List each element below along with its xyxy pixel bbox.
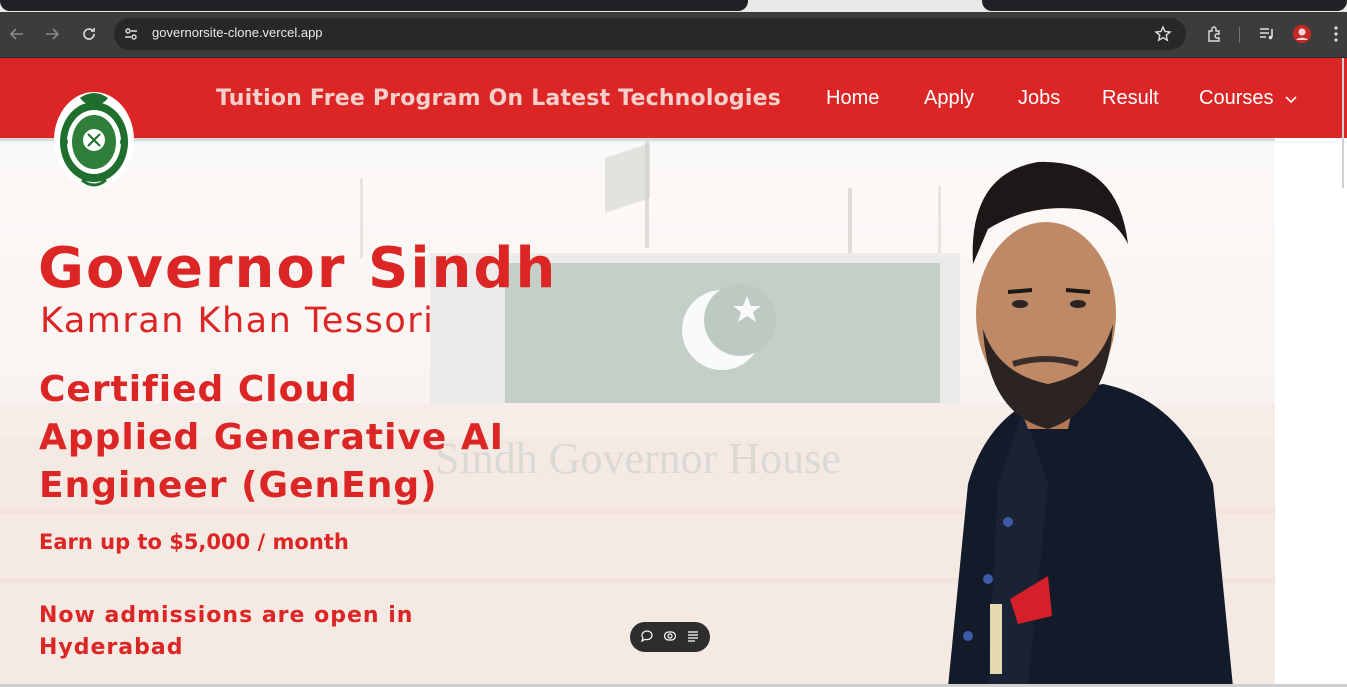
media-controls-icon[interactable] (1254, 21, 1280, 47)
floating-toolbar (630, 622, 710, 652)
browser-tab-strip (0, 0, 1347, 12)
hero-top-border (0, 138, 1275, 141)
address-bar[interactable]: governorsite-clone.vercel.app (114, 18, 1186, 50)
hero-title: Governor Sindh (38, 236, 558, 301)
hero-admission-text: Now admissions are open in Hyderabad (39, 600, 413, 664)
extensions-icon[interactable] (1201, 21, 1227, 47)
tab-bar-segment (982, 0, 1347, 11)
profile-icon[interactable] (1289, 21, 1315, 47)
program-line: Applied Generative AI (39, 417, 505, 458)
forward-icon[interactable] (39, 21, 65, 47)
nav-result[interactable]: Result (1102, 87, 1159, 110)
nav-courses-label: Courses (1199, 87, 1274, 109)
list-icon[interactable] (686, 628, 700, 647)
admission-line: Hyderabad (39, 635, 184, 660)
chevron-down-icon (1285, 87, 1297, 110)
browser-toolbar: governorsite-clone.vercel.app (0, 12, 1347, 58)
toolbar-divider (1239, 27, 1240, 43)
admission-line: Now admissions are open in (39, 603, 414, 628)
program-line: Certified Cloud (39, 369, 358, 410)
scrollbar-track[interactable] (1342, 58, 1344, 188)
web-page: Sindh Governor House Tuition Free Progra… (0, 58, 1347, 687)
navbar-tagline: Tuition Free Program On Latest Technolog… (216, 86, 782, 111)
nav-home[interactable]: Home (826, 87, 879, 110)
page-right-margin (1275, 138, 1347, 687)
hero-program-title: Certified Cloud Applied Generative AI En… (39, 366, 504, 510)
tab-bar-segment (0, 0, 748, 11)
nav-jobs[interactable]: Jobs (1018, 87, 1060, 110)
nav-apply[interactable]: Apply (924, 87, 974, 110)
site-navbar: Tuition Free Program On Latest Technolog… (0, 58, 1347, 188)
governor-portrait (948, 161, 1233, 687)
site-settings-icon[interactable] (123, 26, 139, 46)
back-icon[interactable] (4, 21, 30, 47)
eye-icon[interactable] (663, 628, 677, 647)
bookmark-star-icon[interactable] (1154, 25, 1172, 47)
comment-icon[interactable] (640, 628, 654, 647)
reload-icon[interactable] (76, 21, 102, 47)
program-line: Engineer (GenEng) (39, 465, 438, 506)
nav-courses-dropdown[interactable]: Courses (1199, 87, 1297, 110)
hero-subtitle-name: Kamran Khan Tessori (40, 301, 435, 341)
menu-icon[interactable] (1326, 21, 1346, 47)
hero-earning-text: Earn up to $5,000 / month (39, 530, 349, 554)
governor-house-logo[interactable] (50, 84, 138, 190)
url-text[interactable]: governorsite-clone.vercel.app (152, 25, 323, 40)
